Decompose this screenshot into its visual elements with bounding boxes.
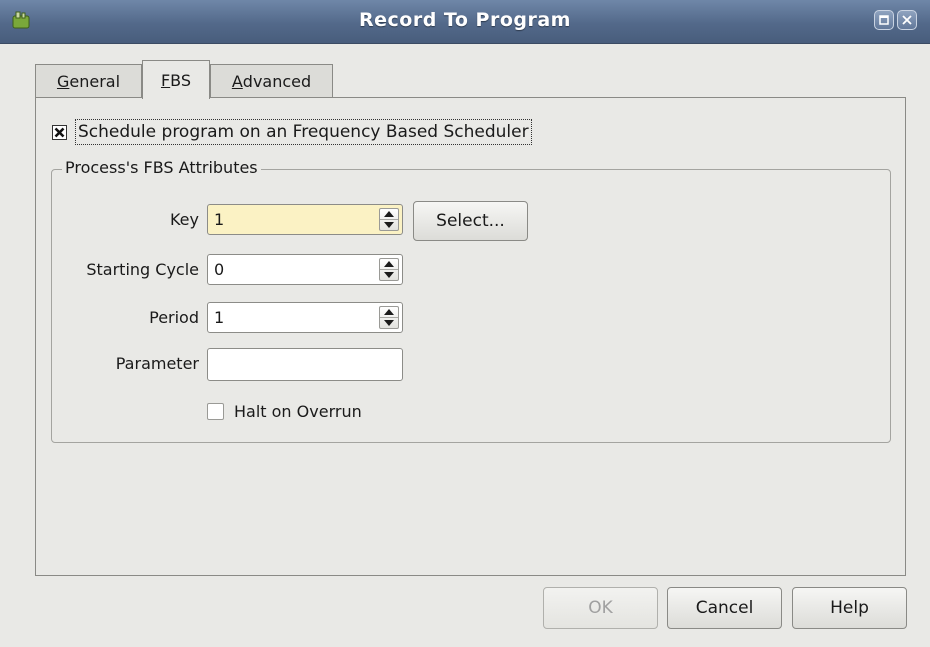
schedule-fbs-label: Schedule program on an Frequency Based S… [75, 119, 532, 145]
starting-cycle-label: Starting Cycle [86, 260, 199, 279]
checked-x-icon[interactable] [52, 124, 67, 140]
starting-cycle-spin-arrows[interactable] [379, 258, 399, 281]
maximize-button[interactable] [874, 10, 894, 30]
schedule-fbs-checkbox[interactable]: Schedule program on an Frequency Based S… [52, 118, 532, 146]
maximize-icon [878, 11, 890, 30]
spin-down-icon[interactable] [384, 272, 394, 278]
halt-on-overrun-label: Halt on Overrun [234, 401, 362, 421]
tab-fbs-label: BS [170, 70, 192, 90]
key-spinner[interactable]: 1 [207, 204, 403, 235]
spin-divider [380, 317, 398, 318]
spin-divider [380, 219, 398, 220]
starting-cycle-value: 0 [214, 260, 225, 279]
spin-up-icon[interactable] [384, 211, 394, 217]
group-title: Process's FBS Attributes [62, 158, 261, 177]
tab-advanced[interactable]: Advanced [210, 64, 333, 98]
tab-general-label: eneral [69, 72, 121, 91]
period-spinner[interactable]: 1 [207, 302, 403, 333]
tab-advanced-label: dvanced [242, 72, 312, 91]
halt-on-overrun-checkbox[interactable]: Halt on Overrun [207, 400, 362, 422]
dialog-window: Record To Program General FBS Advanced [0, 0, 930, 647]
parameter-label: Parameter [115, 354, 199, 373]
spin-divider [380, 269, 398, 270]
period-spin-arrows[interactable] [379, 306, 399, 329]
key-label: Key [169, 210, 199, 229]
tab-fbs-mnemonic: F [160, 70, 171, 90]
halt-checkbox-box[interactable] [207, 402, 224, 420]
spin-up-icon[interactable] [384, 309, 394, 315]
tab-advanced-mnemonic: A [231, 72, 243, 91]
key-value: 1 [214, 210, 225, 229]
ok-button[interactable]: OK [543, 587, 658, 629]
title-bar[interactable]: Record To Program [0, 0, 930, 44]
help-button[interactable]: Help [792, 587, 907, 629]
spin-down-icon[interactable] [384, 320, 394, 326]
starting-cycle-spinner[interactable]: 0 [207, 254, 403, 285]
close-icon [901, 11, 913, 30]
tab-general-mnemonic: G [56, 72, 70, 91]
key-spin-arrows[interactable] [379, 208, 399, 231]
period-label: Period [149, 308, 199, 327]
spin-down-icon[interactable] [384, 222, 394, 228]
window-title: Record To Program [359, 9, 571, 31]
tab-fbs[interactable]: F BS [142, 60, 210, 99]
cancel-button[interactable]: Cancel [667, 587, 782, 629]
period-value: 1 [214, 308, 225, 327]
close-button[interactable] [897, 10, 917, 30]
select-button[interactable]: Select... [413, 201, 528, 241]
tab-general[interactable]: General [35, 64, 142, 98]
parameter-input[interactable] [207, 348, 403, 381]
spin-up-icon[interactable] [384, 261, 394, 267]
